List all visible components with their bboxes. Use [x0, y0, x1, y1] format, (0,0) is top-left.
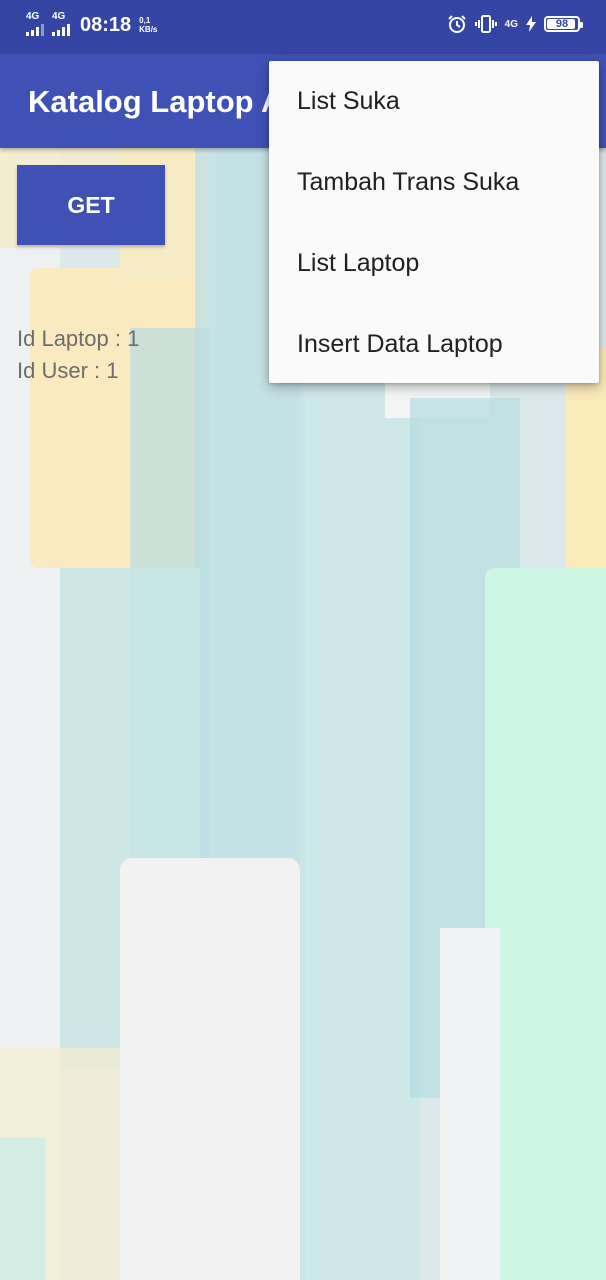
status-left: 4G 4G 08:18 0,1 KB/s	[26, 12, 157, 36]
sim2-signal-icon: 4G	[52, 12, 70, 36]
signal-4g-icon: 4G	[504, 18, 518, 30]
clock: 08:18	[80, 14, 132, 36]
sim1-network-label: 4G	[26, 11, 40, 22]
network-speed: 0,1 KB/s	[139, 16, 157, 34]
id-user-text: Id User : 1	[17, 358, 119, 383]
id-laptop-text: Id Laptop : 1	[17, 326, 140, 351]
overflow-menu: List Suka Tambah Trans Suka List Laptop …	[269, 61, 599, 383]
menu-item-insert-data-laptop[interactable]: Insert Data Laptop	[269, 304, 599, 385]
battery-level: 98	[555, 18, 569, 30]
status-bar: 4G 4G 08:18 0,1 KB/s 4G 98	[0, 0, 606, 54]
network-speed-value: 0,1	[139, 16, 151, 25]
sim1-signal-icon: 4G	[26, 12, 44, 36]
menu-item-list-suka[interactable]: List Suka	[269, 61, 599, 142]
network-speed-unit: KB/s	[139, 25, 158, 34]
vibrate-icon	[474, 15, 497, 33]
battery-icon: 98	[544, 16, 583, 32]
menu-item-list-laptop[interactable]: List Laptop	[269, 223, 599, 304]
charging-icon	[526, 16, 536, 32]
get-button[interactable]: GET	[17, 165, 165, 245]
status-right: 4G 98	[447, 14, 583, 34]
app-title: Katalog Laptop A	[28, 84, 284, 119]
alarm-icon	[447, 15, 466, 33]
menu-item-tambah-trans-suka[interactable]: Tambah Trans Suka	[269, 142, 599, 223]
sim2-network-label: 4G	[52, 11, 66, 22]
